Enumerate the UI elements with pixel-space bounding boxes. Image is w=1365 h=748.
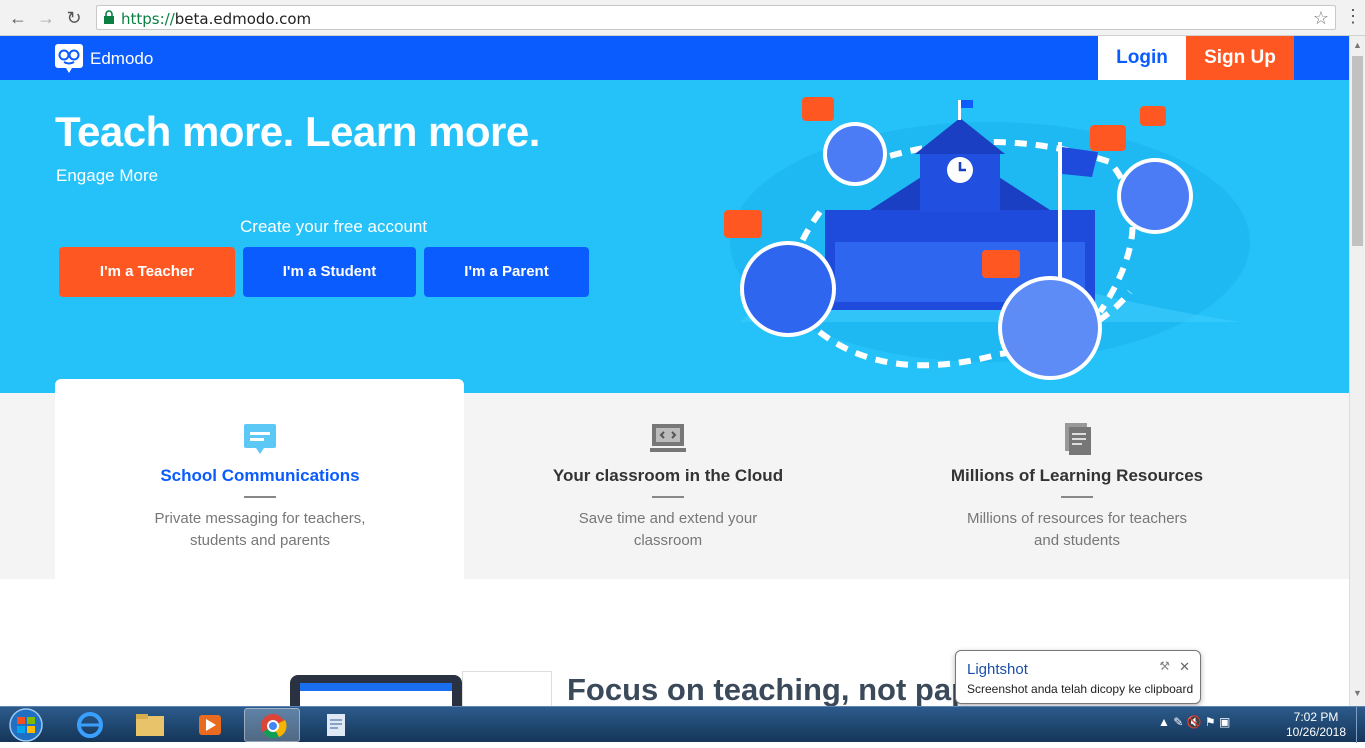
close-icon[interactable]: ✕ <box>1179 659 1190 675</box>
scroll-down-icon[interactable]: ▼ <box>1353 688 1362 698</box>
taskbar-ie-icon[interactable] <box>62 708 118 742</box>
page-scrollbar[interactable]: ▲ ▼ <box>1349 36 1365 706</box>
feature-title: School Communications <box>160 466 360 485</box>
chat-icon <box>244 424 276 454</box>
taskbar-explorer-icon[interactable] <box>122 708 178 742</box>
back-icon[interactable]: ← <box>8 8 28 28</box>
feature-resources[interactable]: Millions of Learning Resources Millions … <box>917 422 1237 552</box>
taskbar-clock[interactable]: 7:02 PM 10/26/2018 <box>1280 710 1352 740</box>
hero-subtitle: Engage More <box>56 166 159 185</box>
document-illustration <box>462 671 552 711</box>
student-signup-button[interactable]: I'm a Student <box>243 247 416 297</box>
site-header: Edmodo Login Sign Up <box>0 36 1349 80</box>
signup-button[interactable]: Sign Up <box>1186 36 1294 80</box>
forward-icon[interactable]: → <box>36 8 56 28</box>
feature-desc: Private messaging for teachers, students… <box>154 510 366 549</box>
windows-taskbar: ▲ ✎ 🔇 ⚑ ▣ 7:02 PM 10/26/2018 <box>0 706 1365 743</box>
brand-name[interactable]: Edmodo <box>90 49 153 69</box>
lightshot-notification[interactable]: Lightshot Screenshot anda telah dicopy k… <box>955 650 1201 704</box>
browser-toolbar: ← → ↻ https://beta.edmodo.com ☆ ⋮ <box>0 0 1365 36</box>
feature-desc: Millions of resources for teachers and s… <box>966 510 1188 549</box>
feature-title: Your classroom in the Cloud <box>552 466 784 485</box>
taskbar-chrome-icon[interactable] <box>244 708 300 742</box>
taskbar-notepad-icon[interactable] <box>308 708 364 742</box>
lock-icon <box>104 10 114 24</box>
url-text: https://beta.edmodo.com <box>121 10 312 28</box>
edmodo-logo-icon[interactable] <box>54 42 84 74</box>
divider <box>652 496 684 498</box>
code-screen-icon <box>650 424 686 452</box>
feature-communications[interactable]: School Communications Private messaging … <box>100 422 420 552</box>
school-illustration <box>724 97 1250 380</box>
scroll-thumb[interactable] <box>1352 56 1363 246</box>
feature-desc: Save time and extend your classroom <box>578 510 758 549</box>
clock-time: 7:02 PM <box>1293 710 1339 724</box>
clock-date: 10/26/2018 <box>1285 725 1347 739</box>
notification-message: Screenshot anda telah dicopy ke clipboar… <box>967 682 1194 696</box>
browser-menu-icon[interactable]: ⋮ <box>1344 6 1362 27</box>
hero-title: Teach more. Learn more. <box>55 108 540 155</box>
login-button[interactable]: Login <box>1098 36 1186 80</box>
feature-title: Millions of Learning Resources <box>950 466 1204 485</box>
bookmark-star-icon[interactable]: ☆ <box>1313 8 1329 29</box>
divider <box>1061 496 1093 498</box>
system-tray[interactable]: ▲ ✎ 🔇 ⚑ ▣ <box>1158 715 1230 729</box>
start-button-icon[interactable] <box>2 707 50 743</box>
notification-title: Lightshot <box>967 661 1028 678</box>
taskbar-media-icon[interactable] <box>182 708 238 742</box>
reload-icon[interactable]: ↻ <box>64 8 84 28</box>
parent-signup-button[interactable]: I'm a Parent <box>424 247 589 297</box>
create-account-label: Create your free account <box>240 217 428 236</box>
show-desktop-button[interactable] <box>1356 707 1365 743</box>
divider <box>244 496 276 498</box>
teacher-signup-button[interactable]: I'm a Teacher <box>59 247 235 297</box>
address-bar[interactable]: https://beta.edmodo.com ☆ <box>96 5 1336 30</box>
feature-cloud[interactable]: Your classroom in the Cloud Save time an… <box>508 422 828 552</box>
scroll-up-icon[interactable]: ▲ <box>1353 40 1362 50</box>
wrench-icon[interactable]: ⚒ <box>1159 659 1170 673</box>
hero-section: Teach more. Learn more. Engage More Crea… <box>0 80 1349 393</box>
documents-icon <box>1065 423 1091 455</box>
